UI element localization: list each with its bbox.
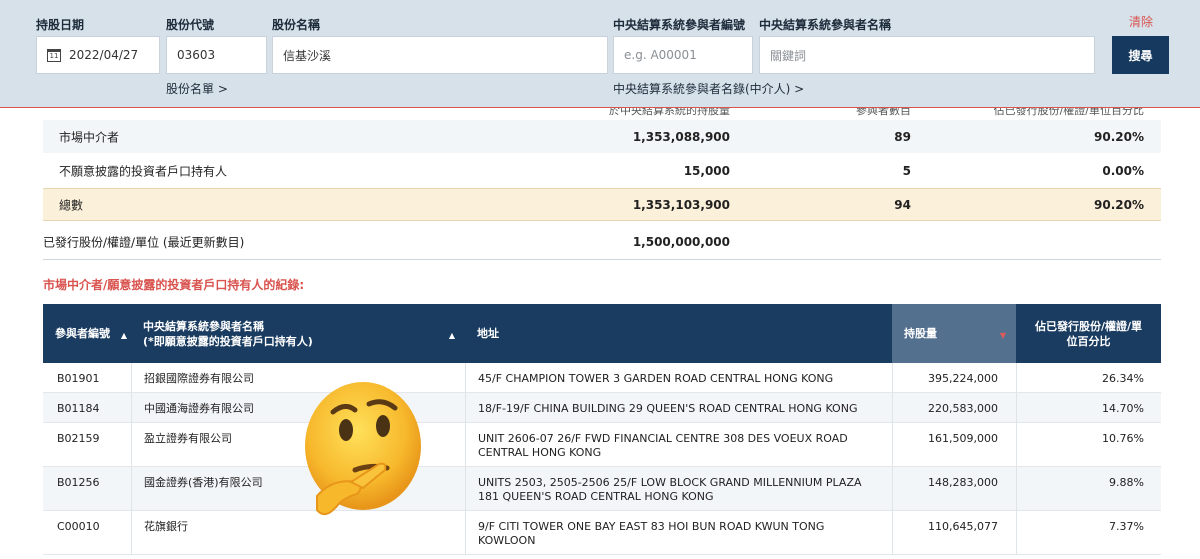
- stock-code-input[interactable]: 03603: [166, 36, 267, 74]
- participants-table: 參與者編號 ▲ 中央結算系統參與者名稱 (*即願意披露的投資者戶口持有人) ▲ …: [43, 304, 1161, 555]
- participant-percent: 14.70%: [1102, 402, 1144, 415]
- participant-address: UNITS 2503, 2505-2506 25/F LOW BLOCK GRA…: [478, 476, 862, 503]
- issued-value: 1,500,000,000: [632, 234, 730, 249]
- ccass-name-label: 中央結算系統參與者名稱: [759, 18, 892, 32]
- participant-percent: 7.37%: [1109, 520, 1144, 533]
- participant-address: 9/F CITI TOWER ONE BAY EAST 83 HOI BUN R…: [478, 520, 825, 547]
- summary-holding: 1,353,103,900: [632, 197, 730, 212]
- summary-holding: 1,353,088,900: [632, 129, 730, 144]
- summary-label: 總數: [59, 198, 84, 212]
- column-header-address[interactable]: 地址: [465, 304, 892, 363]
- participant-holding: 110,645,077: [928, 520, 998, 533]
- column-divider: [892, 363, 893, 555]
- stock-code-label: 股份代號: [166, 18, 215, 32]
- participant-name: 花旗銀行: [144, 520, 188, 533]
- column-header-id[interactable]: 參與者編號 ▲: [43, 304, 131, 363]
- date-value: 2022/04/27: [69, 48, 139, 62]
- table-row[interactable]: B01901 招銀國際證券有限公司 45/F CHAMPION TOWER 3 …: [43, 363, 1161, 393]
- participant-name: 招銀國際證券有限公司: [144, 372, 254, 385]
- column-header-name[interactable]: 中央結算系統參與者名稱 (*即願意披露的投資者戶口持有人) ▲: [131, 304, 465, 363]
- sort-arrow-icon[interactable]: ▼: [1000, 328, 1006, 343]
- summary-holding: 15,000: [683, 163, 730, 178]
- table-row[interactable]: B02159 盈立證券有限公司 UNIT 2606-07 26/F FWD FI…: [43, 423, 1161, 467]
- participant-address: UNIT 2606-07 26/F FWD FINANCIAL CENTRE 3…: [478, 432, 848, 459]
- search-panel: 持股日期 股份代號 股份名稱 中央結算系統參與者編號 中央結算系統參與者名稱 清…: [0, 0, 1200, 108]
- summary-row-undisclosed: 不願意披露的投資者戶口持有人 15,000 5 0.00%: [43, 154, 1161, 187]
- participant-address: 18/F-19/F CHINA BUILDING 29 QUEEN'S ROAD…: [478, 402, 858, 415]
- issued-label: 已發行股份/權證/單位 (最近更新數目): [43, 235, 245, 249]
- date-field[interactable]: 11 2022/04/27: [36, 36, 160, 74]
- thinking-face-emoji: [305, 382, 421, 516]
- stock-name-label: 股份名稱: [272, 18, 321, 32]
- participant-id: C00010: [57, 520, 100, 533]
- participant-list-link[interactable]: 中央結算系統參與者名錄(中介人) >: [613, 80, 804, 97]
- participant-percent: 10.76%: [1102, 432, 1144, 445]
- table-row[interactable]: C00010 花旗銀行 9/F CITI TOWER ONE BAY EAST …: [43, 511, 1161, 555]
- summary-participants: 94: [894, 197, 911, 212]
- summary-row-total: 總數 1,353,103,900 94 90.20%: [43, 188, 1161, 221]
- participant-id: B01184: [57, 402, 100, 415]
- sort-arrow-icon[interactable]: ▲: [449, 328, 455, 343]
- summary-row-intermediaries: 市場中介者 1,353,088,900 89 90.20%: [43, 120, 1161, 153]
- date-label: 持股日期: [36, 18, 85, 32]
- summary-participants: 5: [902, 163, 911, 178]
- participant-name: 中國通海證券有限公司: [144, 402, 254, 415]
- clear-link[interactable]: 清除: [1129, 13, 1153, 30]
- records-title: 市場中介者/願意披露的投資者戶口持有人的紀錄:: [43, 278, 305, 292]
- participant-holding: 148,283,000: [928, 476, 998, 489]
- participant-holding: 220,583,000: [928, 402, 998, 415]
- table-row[interactable]: B01184 中國通海證券有限公司 18/F-19/F CHINA BUILDI…: [43, 393, 1161, 423]
- participant-id: B01256: [57, 476, 100, 489]
- summary-label: 不願意披露的投資者戶口持有人: [59, 164, 228, 178]
- participant-id: B02159: [57, 432, 100, 445]
- issued-shares-row: 已發行股份/權證/單位 (最近更新數目) 1,500,000,000: [43, 224, 1161, 260]
- column-header-holding[interactable]: 持股量 ▼: [892, 304, 1016, 363]
- calendar-icon[interactable]: 11: [47, 48, 61, 62]
- ccass-name-input[interactable]: 關鍵詞: [759, 36, 1095, 74]
- participant-holding: 161,509,000: [928, 432, 998, 445]
- column-header-percent[interactable]: 佔已發行股份/權證/單 位百分比: [1016, 304, 1161, 363]
- table-header: 參與者編號 ▲ 中央結算系統參與者名稱 (*即願意披露的投資者戶口持有人) ▲ …: [43, 304, 1161, 363]
- participant-percent: 9.88%: [1109, 476, 1144, 489]
- sort-arrow-icon[interactable]: ▲: [121, 328, 127, 343]
- participant-id: B01901: [57, 372, 100, 385]
- summary-percent: 90.20%: [1094, 129, 1144, 144]
- search-button[interactable]: 搜尋: [1112, 36, 1169, 74]
- summary-label: 市場中介者: [59, 130, 120, 144]
- summary-participants: 89: [894, 129, 911, 144]
- ccass-id-input[interactable]: e.g. A00001: [613, 36, 753, 74]
- participant-percent: 26.34%: [1102, 372, 1144, 385]
- participant-address: 45/F CHAMPION TOWER 3 GARDEN ROAD CENTRA…: [478, 372, 834, 385]
- stock-list-link[interactable]: 股份名單 >: [166, 80, 228, 97]
- participant-name: 盈立證券有限公司: [144, 432, 232, 445]
- summary-percent: 90.20%: [1094, 197, 1144, 212]
- column-divider: [131, 363, 132, 555]
- participant-name: 國金證券(香港)有限公司: [144, 476, 263, 489]
- column-divider: [465, 363, 466, 555]
- stock-name-input[interactable]: 信基沙溪: [272, 36, 608, 74]
- summary-percent: 0.00%: [1102, 163, 1144, 178]
- participant-holding: 395,224,000: [928, 372, 998, 385]
- column-divider: [1016, 363, 1017, 555]
- ccass-id-label: 中央結算系統參與者編號: [613, 18, 746, 32]
- table-row[interactable]: B01256 國金證券(香港)有限公司 UNITS 2503, 2505-250…: [43, 467, 1161, 511]
